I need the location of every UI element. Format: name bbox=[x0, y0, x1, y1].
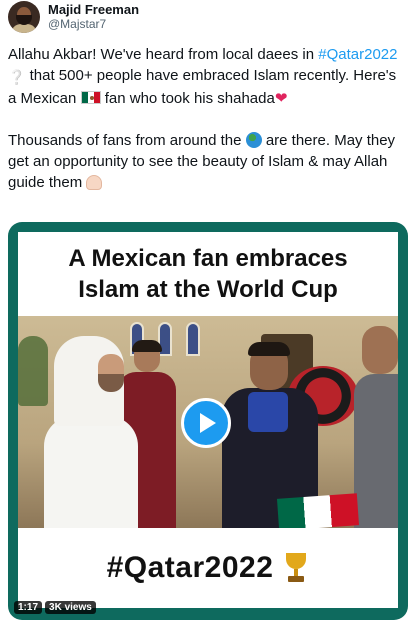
author-display-name[interactable]: Majid Freeman bbox=[48, 2, 139, 17]
praying-hands-icon bbox=[86, 175, 103, 190]
video-view-count: 3K views bbox=[45, 601, 96, 614]
video-badges: 1:17 3K views bbox=[14, 601, 96, 614]
tweet-body: Allahu Akbar! We've heard from local dae… bbox=[8, 44, 408, 214]
trophy-icon bbox=[283, 553, 309, 583]
play-icon bbox=[200, 413, 216, 433]
author-handle[interactable]: @Majstar7 bbox=[48, 17, 139, 32]
globe-icon bbox=[245, 132, 262, 148]
author-names: Majid Freeman @Majstar7 bbox=[48, 2, 139, 32]
video-headline-panel: A Mexican fan embraces Islam at the Worl… bbox=[18, 232, 398, 316]
question-mark-icon: ❔ bbox=[8, 69, 26, 85]
author-avatar[interactable] bbox=[8, 1, 40, 33]
red-heart-icon: ❤ bbox=[274, 90, 288, 107]
video-player[interactable]: A Mexican fan embraces Islam at the Worl… bbox=[8, 222, 408, 620]
play-button[interactable] bbox=[181, 398, 231, 448]
video-hashtag-panel: #Qatar2022 bbox=[18, 528, 398, 608]
tweet-header: Majid Freeman @Majstar7 bbox=[8, 0, 139, 34]
video-headline-line-2: Islam at the World Cup bbox=[78, 276, 338, 303]
video-hashtag-text: #Qatar2022 bbox=[106, 551, 274, 584]
video-duration: 1:17 bbox=[14, 601, 43, 614]
mexico-flag-prop bbox=[276, 493, 360, 528]
sheikh-person bbox=[34, 336, 138, 528]
hashtag-link[interactable]: #Qatar2022 bbox=[318, 46, 397, 63]
tweet-paragraph-2: Thousands of fans from around the are th… bbox=[8, 130, 408, 193]
video-frame[interactable] bbox=[18, 316, 398, 528]
video-headline-line-1: A Mexican fan embraces bbox=[68, 245, 348, 272]
tweet-text-segment: Allahu Akbar! We've heard from local dae… bbox=[8, 46, 315, 63]
arched-window bbox=[186, 322, 200, 356]
tweet-text-segment: Thousands of fans from around the bbox=[8, 132, 242, 149]
tweet-text-segment: fan who took his shahada bbox=[104, 90, 275, 107]
mexico-flag-icon bbox=[80, 91, 101, 104]
tweet-paragraph-1: Allahu Akbar! We've heard from local dae… bbox=[8, 44, 408, 109]
